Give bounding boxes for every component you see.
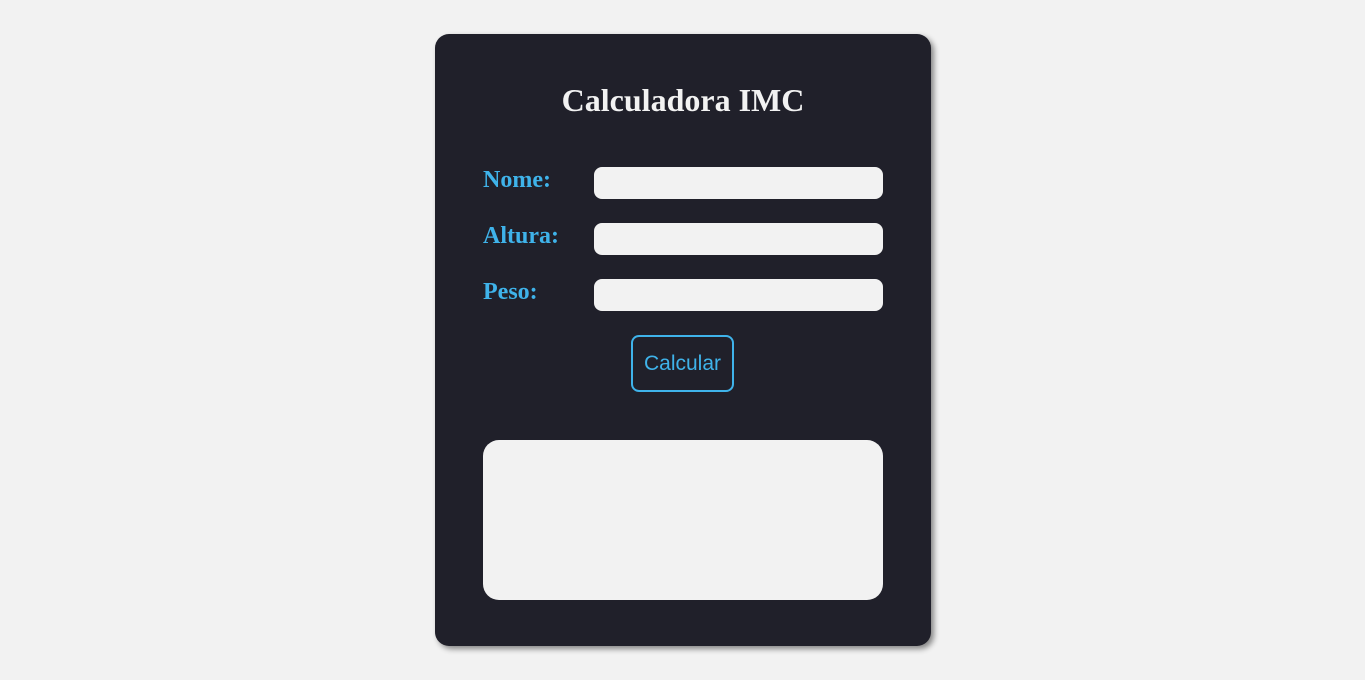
name-label: Nome: <box>483 167 551 193</box>
name-field-row: Nome: <box>483 167 883 199</box>
height-label: Altura: <box>483 223 559 249</box>
calculate-button[interactable]: Calcular <box>631 335 734 392</box>
result-box <box>483 440 883 600</box>
weight-input[interactable] <box>594 279 883 311</box>
height-field-row: Altura: <box>483 223 883 255</box>
weight-label: Peso: <box>483 279 538 305</box>
height-input[interactable] <box>594 223 883 255</box>
page-title: Calculadora IMC <box>561 82 805 118</box>
name-input[interactable] <box>594 167 883 199</box>
imc-calculator-card: Calculadora IMC Nome: Altura: Peso: Calc… <box>435 34 931 646</box>
weight-field-row: Peso: <box>483 279 883 311</box>
